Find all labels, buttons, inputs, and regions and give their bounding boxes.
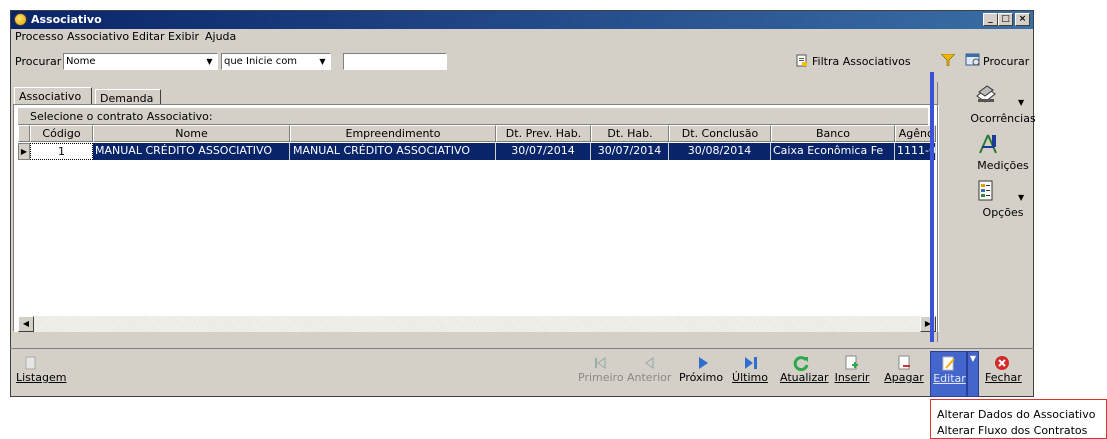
editar-button[interactable]: Editar (930, 351, 967, 397)
cell-banco[interactable]: Caixa Econômica Fe (771, 143, 895, 160)
ocorrencias-dropdown-icon[interactable]: ▼ (1018, 98, 1024, 107)
inserir-label: Inserir (834, 371, 870, 384)
ultimo-button[interactable]: Último (730, 371, 770, 384)
header-dt-hab[interactable]: Dt. Hab. (591, 125, 669, 142)
search-label: Procurar (15, 55, 62, 68)
app-icon (14, 13, 27, 26)
anterior-button[interactable]: Anterior (627, 371, 671, 384)
editar-dropdown-icon[interactable]: ▼ (967, 351, 979, 397)
funnel-icon[interactable] (940, 53, 956, 67)
editar-popup-menu: Alterar Dados do Associativo Alterar Flu… (930, 399, 1107, 439)
search-field-select[interactable]: Nome ▼ (63, 53, 218, 70)
horizontal-scrollbar[interactable] (18, 316, 936, 332)
chevron-down-icon: ▼ (319, 57, 326, 66)
grid-group-bar: Selecione o contrato Associativo: (18, 108, 928, 125)
minimize-button[interactable]: _ (983, 13, 998, 26)
filter-associativos-button[interactable]: Filtra Associativos (812, 55, 911, 68)
menu-item-alterar-fluxo[interactable]: Alterar Fluxo dos Contratos (937, 424, 1087, 437)
header-dt-prev-hab[interactable]: Dt. Prev. Hab. (496, 125, 591, 142)
ocorrencias-label: Ocorrências (970, 112, 1036, 125)
opcoes-icon[interactable] (977, 180, 995, 205)
search-mode-select[interactable]: que Inicie com ▼ (221, 53, 331, 70)
previous-record-icon (644, 357, 654, 372)
close-button[interactable]: × (1015, 13, 1030, 26)
editar-label: Editar (933, 372, 966, 385)
grid-group-label: Selecione o contrato Associativo: (30, 110, 213, 123)
search-mode-value: que Inicie com (224, 56, 298, 67)
menu-editar[interactable]: Editar (132, 30, 165, 43)
first-record-icon (594, 357, 606, 372)
menu-bar: Processo Associativo Editar Exibir Ajuda (11, 30, 1033, 46)
chevron-down-icon: ▼ (206, 57, 213, 66)
ocorrencias-icon[interactable] (975, 84, 997, 107)
header-codigo[interactable]: Código (30, 125, 93, 142)
scroll-left-icon[interactable]: ◀ (18, 316, 34, 332)
grid-indicator-header (18, 125, 30, 142)
sidebar-accent-bar (930, 72, 934, 342)
menu-item-alterar-dados[interactable]: Alterar Dados do Associativo (937, 408, 1095, 421)
search-input[interactable] (343, 53, 447, 70)
filter-document-icon (796, 54, 808, 67)
title-bar: Associativo _ □ × (11, 11, 1033, 29)
search-field-value: Nome (66, 56, 96, 67)
cell-nome[interactable]: MANUAL CRÉDITO ASSOCIATIVO (93, 143, 290, 160)
atualizar-button[interactable]: Atualizar (780, 371, 829, 384)
header-banco[interactable]: Banco (771, 125, 895, 142)
medicoes-icon[interactable] (977, 133, 999, 158)
sidebar-divider (937, 82, 938, 342)
cell-empreendimento[interactable]: MANUAL CRÉDITO ASSOCIATIVO (290, 143, 496, 160)
cell-dt-prev-hab[interactable]: 30/07/2014 (496, 143, 591, 160)
header-dt-conclusao[interactable]: Dt. Conclusão (669, 125, 771, 142)
menu-processo-associativo[interactable]: Processo Associativo (15, 30, 129, 43)
fechar-label: Fechar (985, 371, 1022, 384)
menu-exibir[interactable]: Exibir (168, 30, 199, 43)
opcoes-dropdown-icon[interactable]: ▼ (1018, 193, 1024, 202)
bottom-toolbar-divider (10, 348, 1034, 349)
menu-ajuda[interactable]: Ajuda (205, 30, 236, 43)
maximize-button[interactable]: □ (998, 13, 1013, 26)
search-button[interactable]: Procurar (983, 55, 1029, 68)
cell-dt-conclusao[interactable]: 30/08/2014 (669, 143, 771, 160)
primeiro-button[interactable]: Primeiro (578, 371, 624, 384)
header-empreendimento[interactable]: Empreendimento (290, 125, 496, 142)
medicoes-button[interactable]: Medições (968, 159, 1038, 172)
atualizar-label: Atualizar (780, 371, 829, 384)
window-title: Associativo (31, 13, 102, 26)
fechar-button[interactable]: Fechar (985, 371, 1022, 384)
proximo-button[interactable]: Próximo (678, 371, 724, 384)
opcoes-button[interactable]: Opções (968, 206, 1038, 219)
listagem-label: Listagem (16, 371, 67, 384)
search-window-icon (965, 53, 981, 67)
inserir-button[interactable]: Inserir (832, 371, 872, 384)
cell-dt-hab[interactable]: 30/07/2014 (591, 143, 669, 160)
ocorrencias-button[interactable]: Ocorrências (968, 112, 1038, 125)
cell-codigo[interactable]: 1 (30, 143, 93, 160)
row-indicator-icon: ▶ (18, 143, 30, 160)
apagar-label: Apagar (884, 371, 924, 384)
search-toolbar: Procurar Nome ▼ que Inicie com ▼ Filtra … (11, 47, 1033, 75)
apagar-button[interactable]: Apagar (884, 371, 924, 384)
listagem-button[interactable]: Listagem (16, 371, 66, 384)
opcoes-label: Opções (982, 206, 1024, 219)
ultimo-label: Último (732, 371, 768, 384)
medicoes-label: Medições (977, 159, 1029, 172)
header-nome[interactable]: Nome (93, 125, 290, 142)
